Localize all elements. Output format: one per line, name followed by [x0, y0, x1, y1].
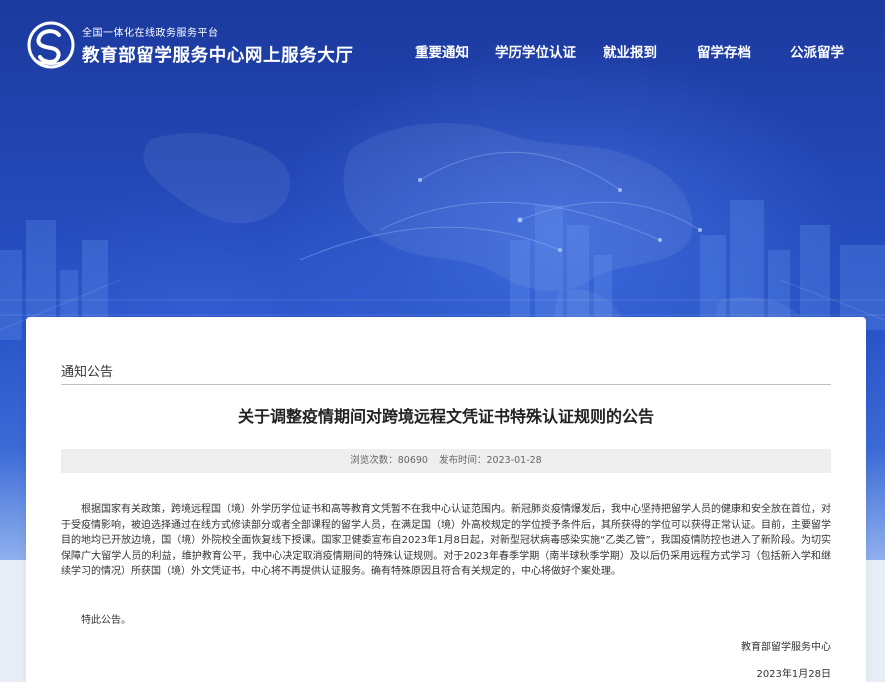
- article-closing: 特此公告。: [81, 615, 131, 626]
- nav-item-state-sponsored-study[interactable]: 公派留学: [790, 41, 844, 61]
- article-card: 通知公告 关于调整疫情期间对跨境远程文凭证书特殊认证规则的公告 浏览次数：806…: [26, 317, 866, 682]
- section-divider: [61, 384, 831, 385]
- nav-item-study-abroad-archive[interactable]: 留学存档: [697, 41, 751, 61]
- nav-item-employment-registration[interactable]: 就业报到: [603, 41, 657, 61]
- article-body: 根据国家有关政策，跨境远程国（境）外学历学位证书和高等教育文凭暂不在我中心认证范…: [61, 504, 831, 578]
- article-title: 关于调整疫情期间对跨境远程文凭证书特殊认证规则的公告: [237, 407, 654, 426]
- platform-tagline: 全国一体化在线政务服务平台: [82, 28, 219, 39]
- nav-item-degree-verification[interactable]: 学历学位认证: [495, 41, 576, 61]
- section-label[interactable]: 通知公告: [61, 361, 113, 380]
- main-nav: 重要通知 学历学位认证 就业报到 留学存档 公派留学: [0, 41, 885, 61]
- signature-organization: 教育部留学服务中心: [741, 642, 831, 653]
- article-meta-bar: 浏览次数：80690 发布时间：2023-01-28: [61, 449, 831, 473]
- nav-item-notices[interactable]: 重要通知: [415, 41, 469, 61]
- view-count: 浏览次数：80690: [350, 455, 428, 466]
- signature-date: 2023年1月28日: [756, 669, 831, 680]
- publish-date: 发布时间：2023-01-28: [439, 455, 542, 466]
